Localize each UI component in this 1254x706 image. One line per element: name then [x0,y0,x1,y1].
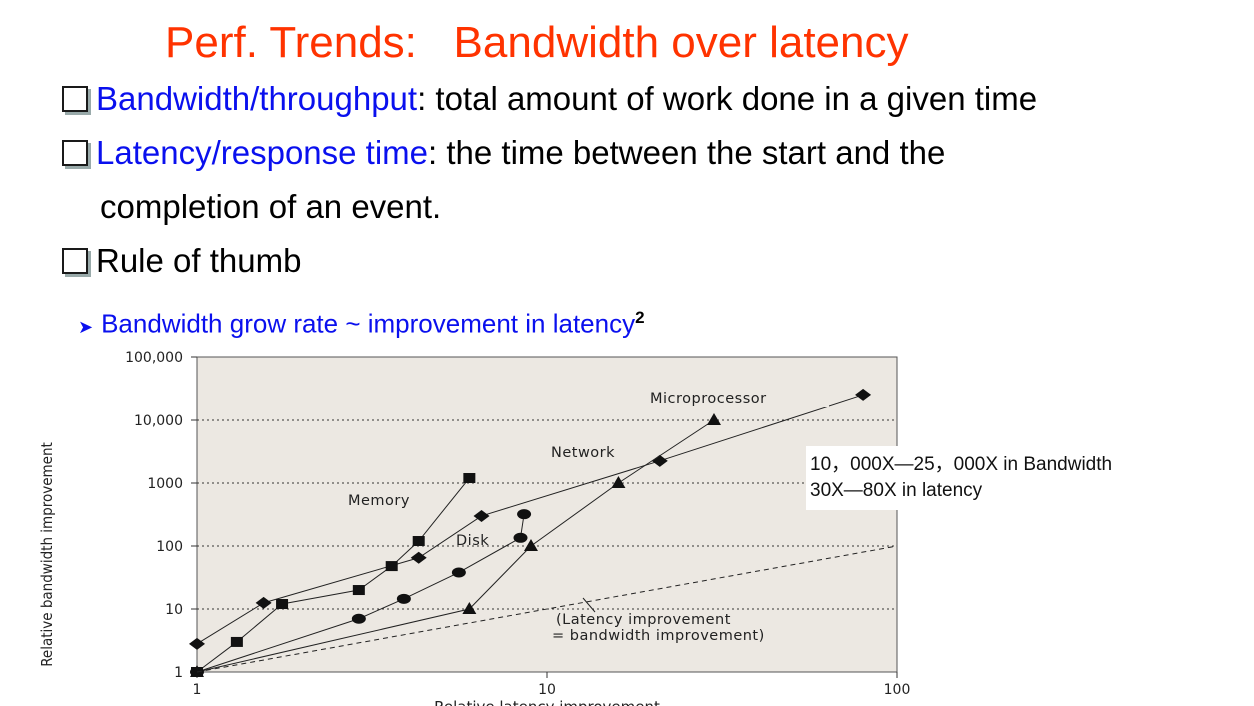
y-tick-label: 1 [174,665,183,681]
x-tick-label: 10 [538,682,556,698]
y-tick-label: 100,000 [125,350,183,366]
disk-point [517,509,532,520]
label-equality-1: (Latency improvement [556,612,731,628]
memory-point [385,561,398,572]
x-axis-label: Relative latency improvement [434,698,660,706]
y-tick-label: 1000 [147,476,183,492]
y-axis-label: Relative bandwidth improvement [38,442,56,667]
callout-line-2: 30X—80X in latency [810,480,983,501]
label-disk: Disk [456,533,489,549]
callout-line-1: 10，000X—25，000X in Bandwidth [810,454,1113,475]
disk-point [351,613,366,624]
memory-point [230,636,243,647]
label-microprocessor: Microprocessor [650,391,767,407]
x-tick-label: 1 [193,682,202,698]
memory-point [352,585,365,596]
disk-point [451,567,466,578]
label-equality-2: = bandwidth improvement) [552,628,765,644]
memory-point [463,473,476,484]
disk-point [396,593,411,604]
callout-box: 10，000X—25，000X in Bandwidth 30X—80X in … [806,446,1234,510]
y-tick-label: 10 [165,602,183,618]
bandwidth-latency-chart: 1 10 100 1000 10,000 100,000 1 10 100 Relative la… [38,350,911,706]
label-network: Network [551,445,615,461]
y-tick-label: 100 [156,539,183,555]
memory-point [276,599,289,610]
disk-point [513,532,528,543]
y-tick-label: 10,000 [134,413,183,429]
memory-point [412,536,425,547]
label-memory: Memory [348,493,410,509]
x-tick-label: 100 [884,682,911,698]
